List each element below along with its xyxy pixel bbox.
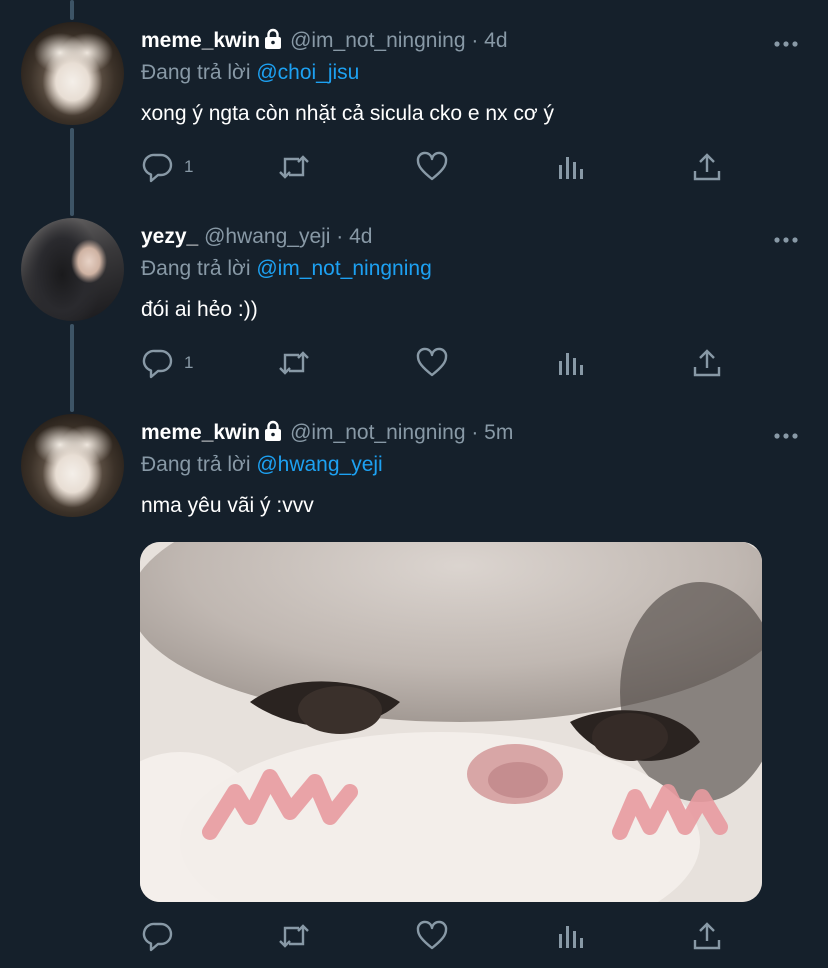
display-name[interactable]: meme_kwin xyxy=(141,421,260,444)
replying-to: Đang trả lời @hwang_yeji xyxy=(141,453,383,477)
thread-line xyxy=(70,0,74,20)
handle-and-time[interactable]: @im_not_ningning · 4d xyxy=(290,29,507,52)
replying-to-label: Đang trả lời xyxy=(141,61,251,84)
reply-button[interactable]: 1 xyxy=(142,345,193,381)
retweet-icon xyxy=(276,920,312,952)
tweet-text: đói ai hẻo :)) xyxy=(141,298,258,321)
analytics-button[interactable] xyxy=(555,149,587,185)
share-button[interactable] xyxy=(692,918,722,954)
lock-icon xyxy=(262,420,284,449)
retweet-button[interactable] xyxy=(276,345,312,381)
tweet-header: meme_kwin @im_not_ningning · 4d xyxy=(141,28,508,57)
analytics-icon xyxy=(555,347,587,379)
handle-and-time[interactable]: @im_not_ningning · 5m xyxy=(290,421,513,444)
analytics-icon xyxy=(555,151,587,183)
reply-button[interactable]: 1 xyxy=(142,149,193,185)
display-name[interactable]: yezy_ xyxy=(141,225,198,248)
action-bar: 1 xyxy=(0,149,828,185)
replying-to-label: Đang trả lời xyxy=(141,257,251,280)
share-icon xyxy=(692,347,722,379)
reply-icon xyxy=(142,920,174,952)
reply-mention-link[interactable]: @choi_jisu xyxy=(256,61,359,84)
share-icon xyxy=(692,151,722,183)
reply-mention-link[interactable]: @im_not_ningning xyxy=(256,257,431,280)
tweet-media-image[interactable] xyxy=(140,542,762,902)
replying-to: Đang trả lời @choi_jisu xyxy=(141,61,359,85)
reply-icon xyxy=(142,151,174,183)
more-icon[interactable] xyxy=(772,428,800,439)
share-icon xyxy=(692,920,722,952)
share-button[interactable] xyxy=(692,345,722,381)
tweet-text: xong ý ngta còn nhặt cả sicula cko e nx … xyxy=(141,102,554,125)
display-name[interactable]: meme_kwin xyxy=(141,29,260,52)
like-button[interactable] xyxy=(416,918,448,954)
more-icon[interactable] xyxy=(772,36,800,47)
reply-mention-link[interactable]: @hwang_yeji xyxy=(256,453,382,476)
reply-button[interactable] xyxy=(142,918,184,954)
avatar[interactable] xyxy=(21,22,124,125)
lock-icon xyxy=(262,28,284,57)
share-button[interactable] xyxy=(692,149,722,185)
reply-icon xyxy=(142,347,174,379)
cat-face-image xyxy=(140,542,762,902)
retweet-icon xyxy=(276,151,312,183)
retweet-button[interactable] xyxy=(276,149,312,185)
like-button[interactable] xyxy=(416,345,448,381)
more-icon[interactable] xyxy=(772,232,800,243)
action-bar: 1 xyxy=(0,345,828,381)
reply-count: 1 xyxy=(184,353,194,372)
retweet-icon xyxy=(276,347,312,379)
replying-to: Đang trả lời @im_not_ningning xyxy=(141,257,432,281)
avatar[interactable] xyxy=(21,414,124,517)
analytics-button[interactable] xyxy=(555,918,587,954)
tweet-header: yezy_ @hwang_yeji · 4d xyxy=(141,224,372,250)
retweet-button[interactable] xyxy=(276,918,312,954)
like-icon xyxy=(416,151,448,183)
like-icon xyxy=(416,347,448,379)
tweet-text: nma yêu vãi ý :vvv xyxy=(141,494,314,517)
like-icon xyxy=(416,920,448,952)
action-bar xyxy=(0,918,828,954)
like-button[interactable] xyxy=(416,149,448,185)
tweet-header: meme_kwin @im_not_ningning · 5m xyxy=(141,420,513,449)
avatar[interactable] xyxy=(21,218,124,321)
replying-to-label: Đang trả lời xyxy=(141,453,251,476)
reply-count: 1 xyxy=(184,157,194,176)
handle-and-time[interactable]: @hwang_yeji · 4d xyxy=(204,225,372,248)
analytics-button[interactable] xyxy=(555,345,587,381)
analytics-icon xyxy=(555,920,587,952)
